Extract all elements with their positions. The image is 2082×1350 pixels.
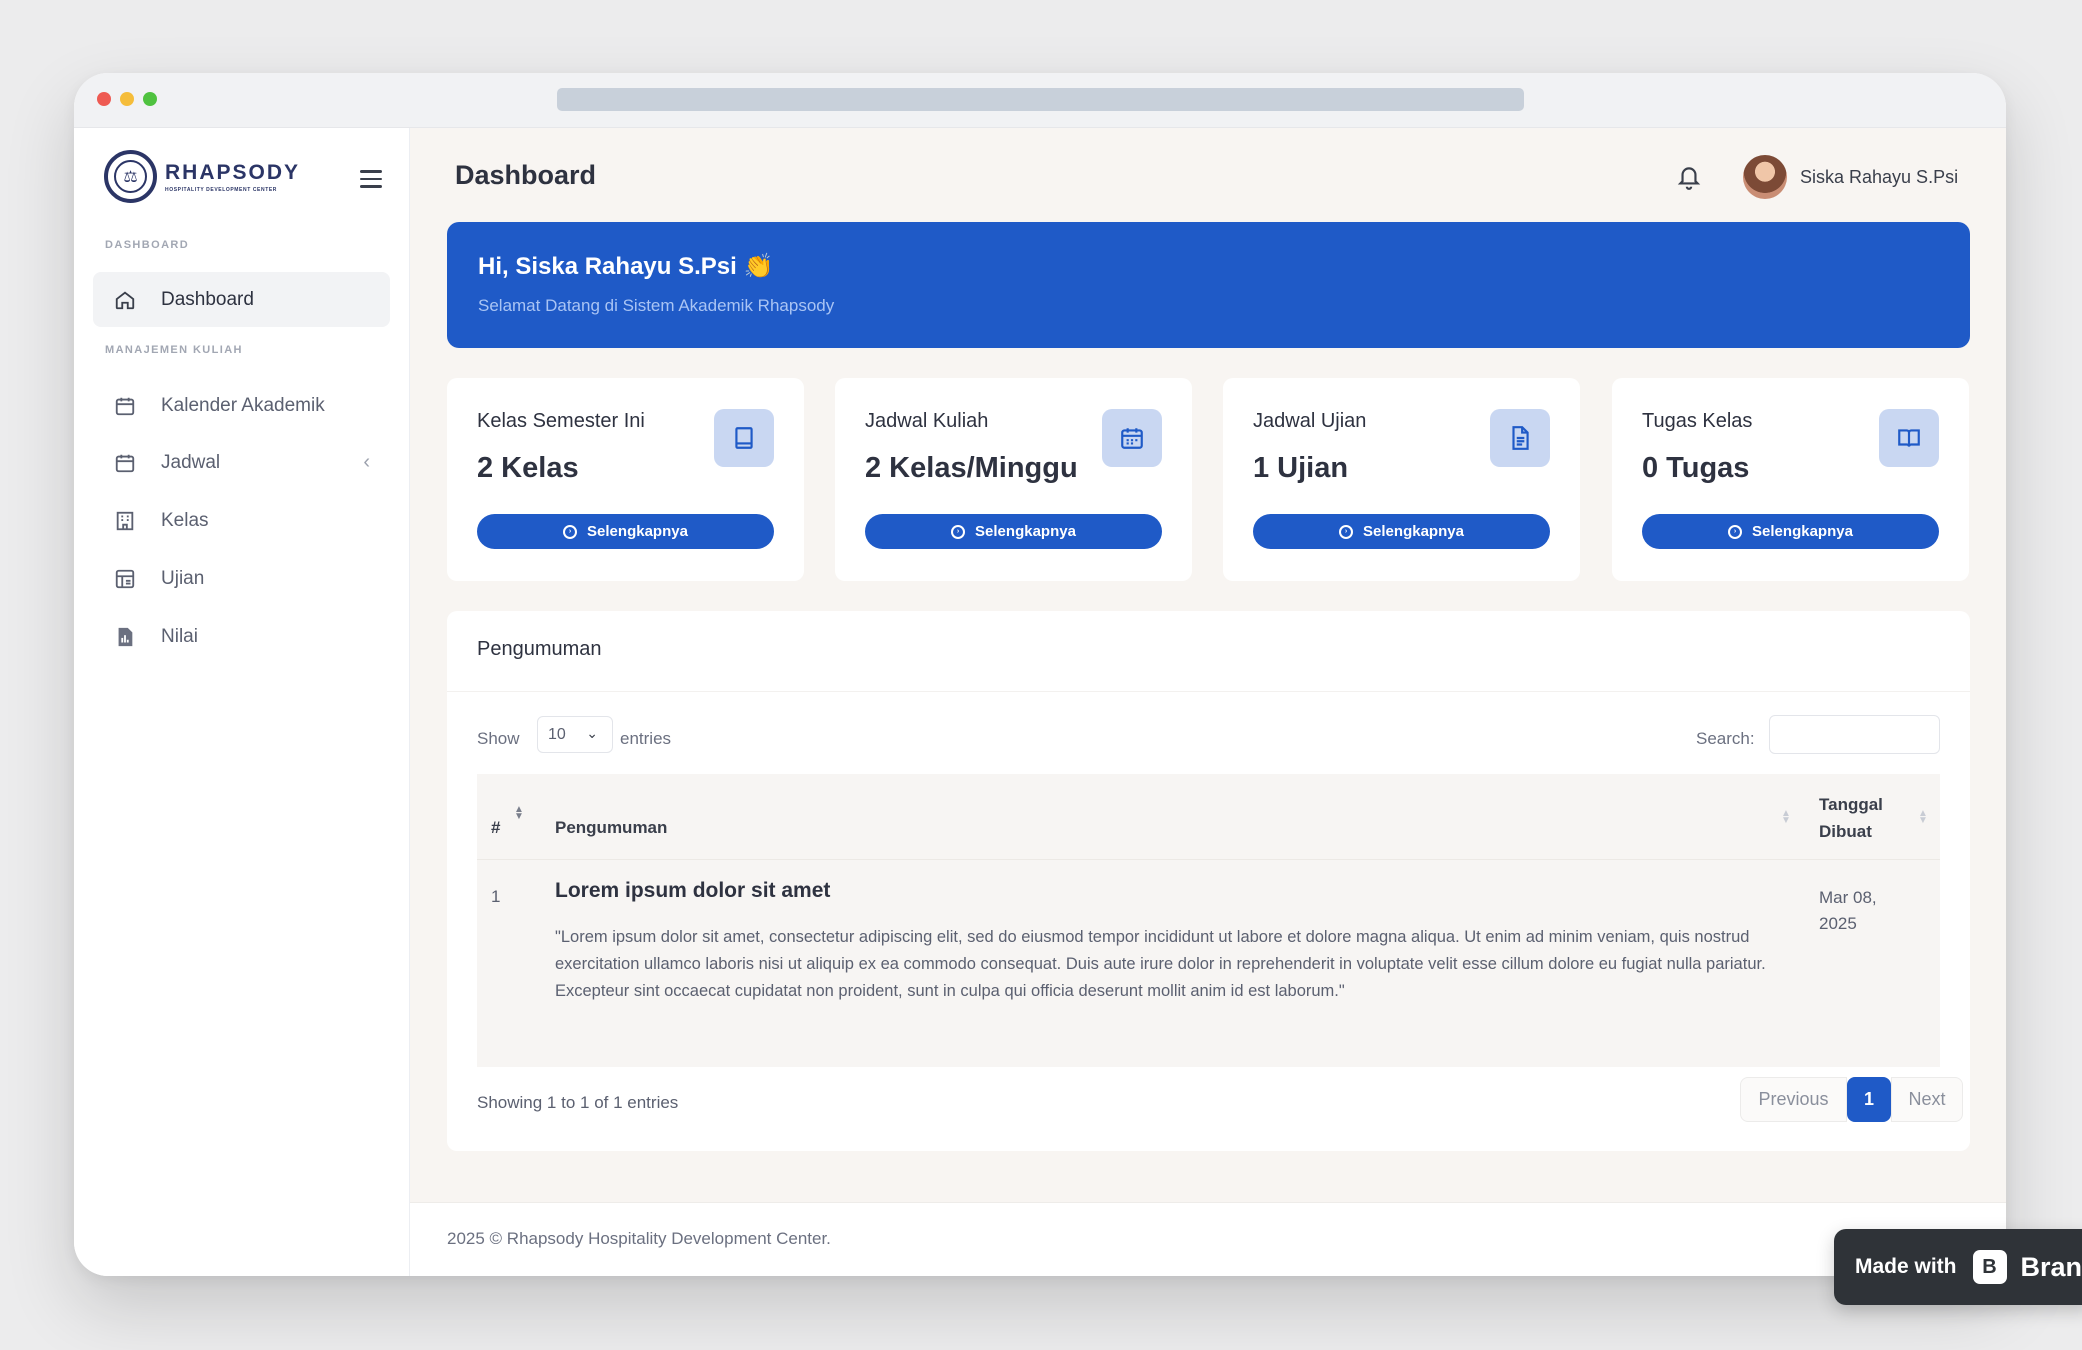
card-value: 1 Ujian: [1253, 452, 1349, 484]
bell-icon[interactable]: [1676, 163, 1702, 191]
card-value: 2 Kelas: [477, 452, 579, 484]
stat-card-tugas-kelas: Tugas Kelas 0 Tugas › Selengkapnya: [1612, 378, 1969, 581]
sidebar-item-dashboard[interactable]: Dashboard: [93, 272, 390, 327]
logo-name: RHAPSODY: [165, 160, 301, 184]
arrow-circle-icon: ›: [563, 524, 578, 539]
document-icon: [1490, 409, 1550, 467]
welcome-greeting: Hi, Siska Rahayu S.Psi 👏: [478, 253, 774, 280]
stat-card-kelas: Kelas Semester Ini 2 Kelas › Selengkapny…: [447, 378, 804, 581]
close-window-button[interactable]: [97, 92, 111, 106]
announcement-date: Mar 08, 2025: [1819, 888, 1877, 933]
stat-card-jadwal-kuliah: Jadwal Kuliah 2 Kelas/Minggu › Selengkap…: [835, 378, 1192, 581]
sidebar-item-label: Kalender Akademik: [161, 394, 325, 416]
arrow-circle-icon: ›: [1339, 524, 1354, 539]
showing-info: Showing 1 to 1 of 1 entries: [477, 1093, 679, 1112]
logo-subtitle: HOSPITALITY DEVELOPMENT CENTER: [165, 186, 277, 193]
report-icon: [113, 625, 137, 649]
brand-logo-icon: B: [1972, 1250, 2007, 1284]
building-icon: [113, 509, 137, 533]
minimize-window-button[interactable]: [120, 92, 134, 106]
previous-page-button[interactable]: Previous: [1740, 1077, 1847, 1122]
arrow-circle-icon: ›: [951, 524, 966, 539]
section-label-manajemen: MANAJEMEN KULIAH: [105, 344, 243, 356]
title-bar: [74, 73, 2006, 128]
page-title: Dashboard: [455, 160, 597, 190]
entries-label: entries: [620, 729, 672, 748]
panel-title: Pengumuman: [477, 638, 602, 660]
table-header: # ▲ ▼ Pengumuman ▲ ▼ Tanggal Dibuat ▲ ▼: [477, 774, 1940, 860]
selengkapnya-button[interactable]: › Selengkapnya: [865, 514, 1162, 549]
sidebar-item-ujian[interactable]: Ujian: [93, 551, 390, 606]
divider: [447, 691, 1970, 692]
avatar[interactable]: [1743, 155, 1787, 199]
show-label: Show: [477, 729, 520, 748]
sidebar-item-label: Nilai: [161, 625, 198, 647]
card-value: 2 Kelas/Minggu: [865, 452, 1078, 484]
book-icon: [714, 409, 774, 467]
entries-select[interactable]: 10 ⌄: [537, 716, 613, 753]
sidebar: ⚖ RHAPSODY HOSPITALITY DEVELOPMENT CENTE…: [74, 128, 410, 1276]
sidebar-item-kalender-akademik[interactable]: Kalender Akademik: [93, 378, 390, 433]
arrow-circle-icon: ›: [1728, 524, 1743, 539]
home-icon: [113, 288, 137, 312]
logo-emblem-icon: ⚖: [104, 150, 157, 203]
sidebar-item-label: Dashboard: [161, 288, 254, 310]
card-label: Jadwal Kuliah: [865, 410, 989, 432]
pagination: Previous 1 Next: [1740, 1077, 1963, 1122]
page-1-button[interactable]: 1: [1847, 1077, 1891, 1122]
row-number: 1: [491, 887, 501, 906]
sidebar-item-jadwal[interactable]: Jadwal ‹: [93, 435, 390, 490]
open-book-icon: [1879, 409, 1939, 467]
announcement-body: "Lorem ipsum dolor sit amet, consectetur…: [555, 928, 1766, 1000]
sidebar-item-nilai[interactable]: Nilai: [93, 609, 390, 664]
card-label: Jadwal Ujian: [1253, 410, 1367, 432]
search-input[interactable]: [1769, 715, 1940, 754]
announcements-panel: Pengumuman Show 10 ⌄ entries Search: # ▲…: [447, 611, 1970, 1151]
selengkapnya-button[interactable]: › Selengkapnya: [1253, 514, 1550, 549]
chevron-down-icon: ⌄: [586, 725, 598, 741]
card-value: 0 Tugas: [1642, 452, 1750, 484]
footer: 2025 © Rhapsody Hospitality Development …: [410, 1202, 2006, 1276]
welcome-banner: Hi, Siska Rahayu S.Psi 👏 Selamat Datang …: [447, 222, 1970, 348]
column-header-number[interactable]: #: [491, 818, 500, 838]
user-name[interactable]: Siska Rahayu S.Psi: [1800, 167, 1958, 188]
card-label: Kelas Semester Ini: [477, 410, 645, 432]
sidebar-item-label: Ujian: [161, 567, 205, 589]
made-with-badge[interactable]: Made with B Bran: [1834, 1229, 2082, 1305]
chevron-left-icon: ‹: [363, 451, 370, 473]
calendar-icon: [113, 451, 137, 475]
welcome-subtitle: Selamat Datang di Sistem Akademik Rhapso…: [478, 296, 835, 315]
selengkapnya-button[interactable]: › Selengkapnya: [477, 514, 774, 549]
column-header-tanggal[interactable]: Tanggal Dibuat: [1819, 791, 1899, 845]
stat-card-jadwal-ujian: Jadwal Ujian 1 Ujian › Selengkapnya: [1223, 378, 1580, 581]
brand-name: Bran: [2020, 1251, 2082, 1282]
address-bar[interactable]: [557, 88, 1524, 111]
sidebar-item-label: Kelas: [161, 509, 209, 531]
next-page-button[interactable]: Next: [1891, 1077, 1963, 1122]
logo[interactable]: ⚖ RHAPSODY HOSPITALITY DEVELOPMENT CENTE…: [104, 150, 300, 203]
made-with-label: Made with: [1855, 1255, 1957, 1278]
hamburger-menu-icon[interactable]: [360, 170, 382, 188]
sort-icon[interactable]: ▲ ▼: [1781, 809, 1791, 826]
exam-icon: [113, 567, 137, 591]
calendar-icon: [113, 394, 137, 418]
browser-window: ⚖ RHAPSODY HOSPITALITY DEVELOPMENT CENTE…: [74, 73, 2006, 1276]
footer-text: 2025 © Rhapsody Hospitality Development …: [447, 1229, 831, 1248]
maximize-window-button[interactable]: [143, 92, 157, 106]
sidebar-item-kelas[interactable]: Kelas: [93, 493, 390, 548]
section-label-dashboard: DASHBOARD: [105, 239, 190, 251]
search-label: Search:: [1696, 729, 1755, 748]
sort-icon[interactable]: ▲ ▼: [1918, 809, 1928, 826]
column-header-pengumuman[interactable]: Pengumuman: [555, 818, 667, 838]
sidebar-item-label: Jadwal: [161, 451, 221, 473]
card-label: Tugas Kelas: [1642, 410, 1753, 432]
sort-asc-icon[interactable]: ▲ ▼: [514, 805, 524, 822]
announcement-title: Lorem ipsum dolor sit amet: [555, 879, 831, 902]
calendar-icon: [1102, 409, 1162, 467]
table-row[interactable]: 1 Lorem ipsum dolor sit amet "Lorem ipsu…: [477, 860, 1940, 1067]
main-content: Dashboard Siska Rahayu S.Psi Hi, Siska R…: [410, 128, 2006, 1276]
selengkapnya-button[interactable]: › Selengkapnya: [1642, 514, 1939, 549]
